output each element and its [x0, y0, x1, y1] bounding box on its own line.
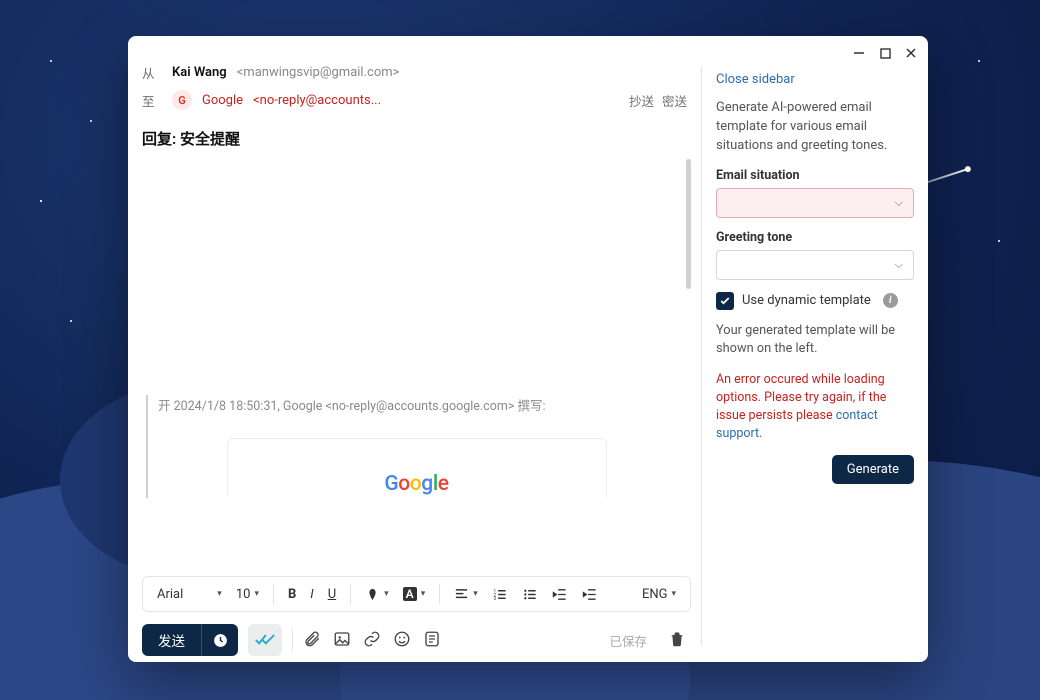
from-email: <manwingsvip@gmail.com> — [237, 65, 400, 80]
to-row[interactable]: 至 G Google <no-reply@accounts... 抄送 密送 — [142, 86, 687, 114]
situation-label: Email situation — [716, 168, 914, 183]
discard-icon[interactable] — [669, 631, 687, 649]
underline-button[interactable]: U — [324, 580, 340, 608]
bcc-button[interactable]: 密送 — [662, 91, 687, 110]
align-button[interactable]: ▾ — [450, 580, 482, 608]
link-icon[interactable] — [363, 630, 383, 650]
error-message: An error occured while loading options. … — [716, 371, 914, 444]
action-toolbar: 发送 已保存 — [128, 618, 701, 662]
from-label: 从 — [142, 63, 162, 82]
chevron-down-icon: ⌵ — [895, 258, 903, 272]
close-sidebar-link[interactable]: Close sidebar — [716, 72, 914, 87]
sidebar-description: Generate AI-powered email template for v… — [716, 99, 914, 156]
schedule-send-button[interactable] — [202, 632, 238, 649]
highlight-color-button[interactable]: A▾ — [399, 580, 430, 608]
from-name: Kai Wang — [172, 65, 227, 80]
italic-button[interactable]: I — [306, 580, 317, 608]
attachment-icon[interactable] — [303, 630, 323, 650]
emoji-icon[interactable] — [393, 630, 413, 650]
format-toolbar: Arial▾ 10▾ B I U ▾ A▾ ▾ 123 ENG▾ — [142, 576, 691, 612]
template-icon[interactable] — [423, 630, 443, 650]
generated-note: Your generated template will be shown on… — [716, 322, 914, 359]
indent-button[interactable] — [578, 580, 602, 608]
text-color-button[interactable]: ▾ — [361, 580, 393, 608]
send-button[interactable]: 发送 — [142, 630, 201, 650]
from-row: 从 Kai Wang <manwingsvip@gmail.com> — [142, 58, 687, 86]
dynamic-template-label: Use dynamic template — [742, 293, 871, 308]
situation-select[interactable]: ⌵ — [716, 188, 914, 218]
font-size-select[interactable]: 10▾ — [232, 580, 263, 608]
window-maximize-button[interactable] — [878, 46, 892, 60]
generate-button[interactable]: Generate — [832, 455, 914, 484]
ordered-list-button[interactable]: 123 — [488, 580, 512, 608]
outdent-button[interactable] — [548, 580, 572, 608]
saved-status: 已保存 — [609, 631, 647, 650]
tone-label: Greeting tone — [716, 230, 914, 245]
image-icon[interactable] — [333, 630, 353, 650]
dynamic-template-checkbox[interactable] — [716, 292, 734, 310]
quoted-message: 开 2024/1/8 18:50:31, Google <no-reply@ac… — [146, 395, 675, 498]
google-logo: Google — [384, 472, 448, 496]
recipient-email: <no-reply@accounts... — [253, 93, 381, 108]
quoted-intro: 开 2024/1/8 18:50:31, Google <no-reply@ac… — [158, 395, 675, 414]
send-button-group: 发送 — [142, 624, 238, 656]
language-select[interactable]: ENG▾ — [638, 580, 680, 608]
window-minimize-button[interactable] — [852, 46, 866, 60]
dynamic-template-row: Use dynamic template i — [716, 292, 914, 310]
svg-text:3: 3 — [493, 596, 496, 602]
scrollbar-thumb[interactable] — [686, 159, 691, 289]
tone-select[interactable]: ⌵ — [716, 250, 914, 280]
font-family-select[interactable]: Arial▾ — [153, 580, 226, 608]
recipient-avatar: G — [172, 90, 192, 110]
recipient-name: Google — [202, 93, 243, 108]
compose-pane: 从 Kai Wang <manwingsvip@gmail.com> 至 G G… — [128, 36, 701, 662]
window-close-button[interactable] — [904, 46, 918, 60]
subject-field[interactable]: 回复: 安全提醒 — [128, 114, 701, 157]
google-logo-card: Google — [227, 438, 607, 498]
read-receipt-button[interactable] — [248, 624, 282, 656]
email-body[interactable]: 开 2024/1/8 18:50:31, Google <no-reply@ac… — [142, 159, 691, 576]
compose-window: 从 Kai Wang <manwingsvip@gmail.com> 至 G G… — [128, 36, 928, 662]
info-icon[interactable]: i — [883, 293, 898, 308]
to-label: 至 — [142, 91, 162, 110]
cc-button[interactable]: 抄送 — [629, 91, 654, 110]
bold-button[interactable]: B — [284, 580, 300, 608]
chevron-down-icon: ⌵ — [895, 196, 903, 210]
unordered-list-button[interactable] — [518, 580, 542, 608]
ai-sidebar: Close sidebar Generate AI-powered email … — [702, 36, 928, 662]
